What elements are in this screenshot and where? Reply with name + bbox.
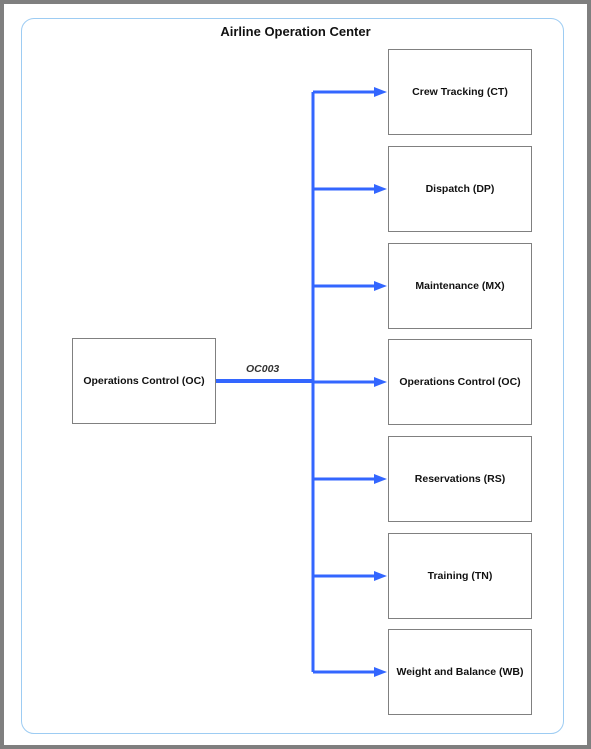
target-node-label: Crew Tracking (CT) — [412, 86, 508, 98]
edge-label: OC003 — [246, 363, 280, 375]
target-node-label: Dispatch (DP) — [425, 183, 495, 195]
target-node-label: Reservations (RS) — [414, 473, 506, 485]
target-node-tn[interactable]: Training (TN) — [388, 533, 532, 619]
target-node-rs[interactable]: Reservations (RS) — [388, 436, 532, 522]
target-node-oc-dest[interactable]: Operations Control (OC) — [388, 339, 532, 425]
target-node-label: Training (TN) — [427, 570, 493, 582]
target-node-mx[interactable]: Maintenance (MX) — [388, 243, 532, 329]
arrowhead-icon — [374, 571, 387, 581]
target-node-label: Operations Control (OC) — [399, 376, 521, 388]
source-node[interactable]: Operations Control (OC) — [72, 338, 216, 424]
arrowhead-icon — [374, 87, 387, 97]
arrowhead-icon — [374, 667, 387, 677]
source-node-label: Operations Control (OC) — [83, 375, 205, 387]
arrowhead-icon — [374, 184, 387, 194]
arrowhead-icon — [374, 474, 387, 484]
target-node-ct[interactable]: Crew Tracking (CT) — [388, 49, 532, 135]
target-node-label: Maintenance (MX) — [415, 280, 505, 292]
target-node-label: Weight and Balance (WB) — [396, 666, 524, 678]
target-node-wb[interactable]: Weight and Balance (WB) — [388, 629, 532, 715]
arrowhead-icon — [374, 281, 387, 291]
target-node-dp[interactable]: Dispatch (DP) — [388, 146, 532, 232]
arrowhead-icon — [374, 377, 387, 387]
